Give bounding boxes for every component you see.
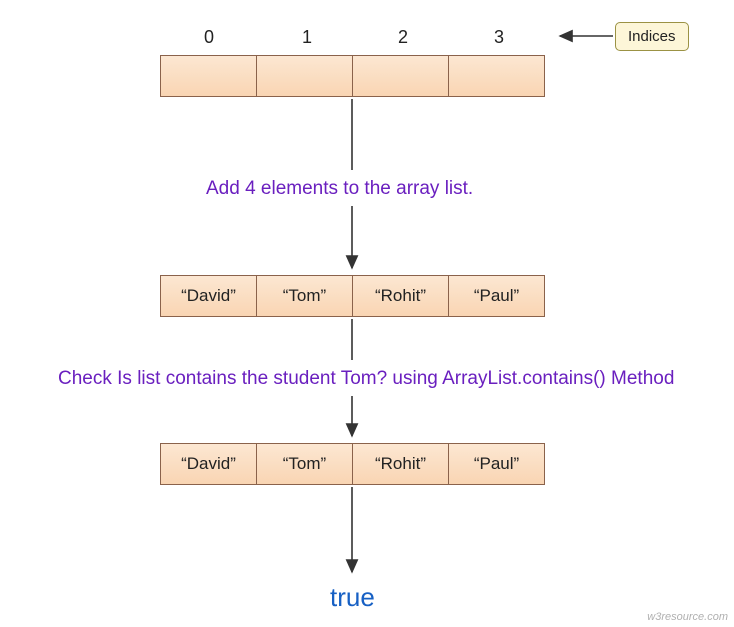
indices-label-box: Indices	[615, 22, 689, 51]
array-row-populated-1: “David” “Tom” “Rohit” “Paul”	[160, 275, 545, 317]
index-0: 0	[204, 27, 214, 48]
index-3: 3	[494, 27, 504, 48]
array-row-empty	[160, 55, 545, 97]
array-row-populated-2: “David” “Tom” “Rohit” “Paul”	[160, 443, 545, 485]
watermark: w3resource.com	[647, 611, 728, 623]
caption-contains-check: Check Is list contains the student Tom? …	[58, 368, 674, 390]
result-value: true	[330, 582, 375, 613]
array-cell: “Tom”	[256, 275, 353, 317]
array-cell: “David”	[160, 443, 257, 485]
array-cell: “Paul”	[448, 443, 545, 485]
indices-label-text: Indices	[628, 28, 676, 45]
array-cell: “Rohit”	[352, 443, 449, 485]
array-cell: “Paul”	[448, 275, 545, 317]
index-2: 2	[398, 27, 408, 48]
index-1: 1	[302, 27, 312, 48]
array-cell	[352, 55, 449, 97]
array-cell	[256, 55, 353, 97]
array-cell	[160, 55, 257, 97]
array-cell: “Rohit”	[352, 275, 449, 317]
array-cell	[448, 55, 545, 97]
array-cell: “Tom”	[256, 443, 353, 485]
diagram-canvas: 0 1 2 3 Indices Add 4 elements to the ar…	[0, 0, 734, 627]
caption-add-elements: Add 4 elements to the array list.	[206, 178, 473, 200]
array-cell: “David”	[160, 275, 257, 317]
